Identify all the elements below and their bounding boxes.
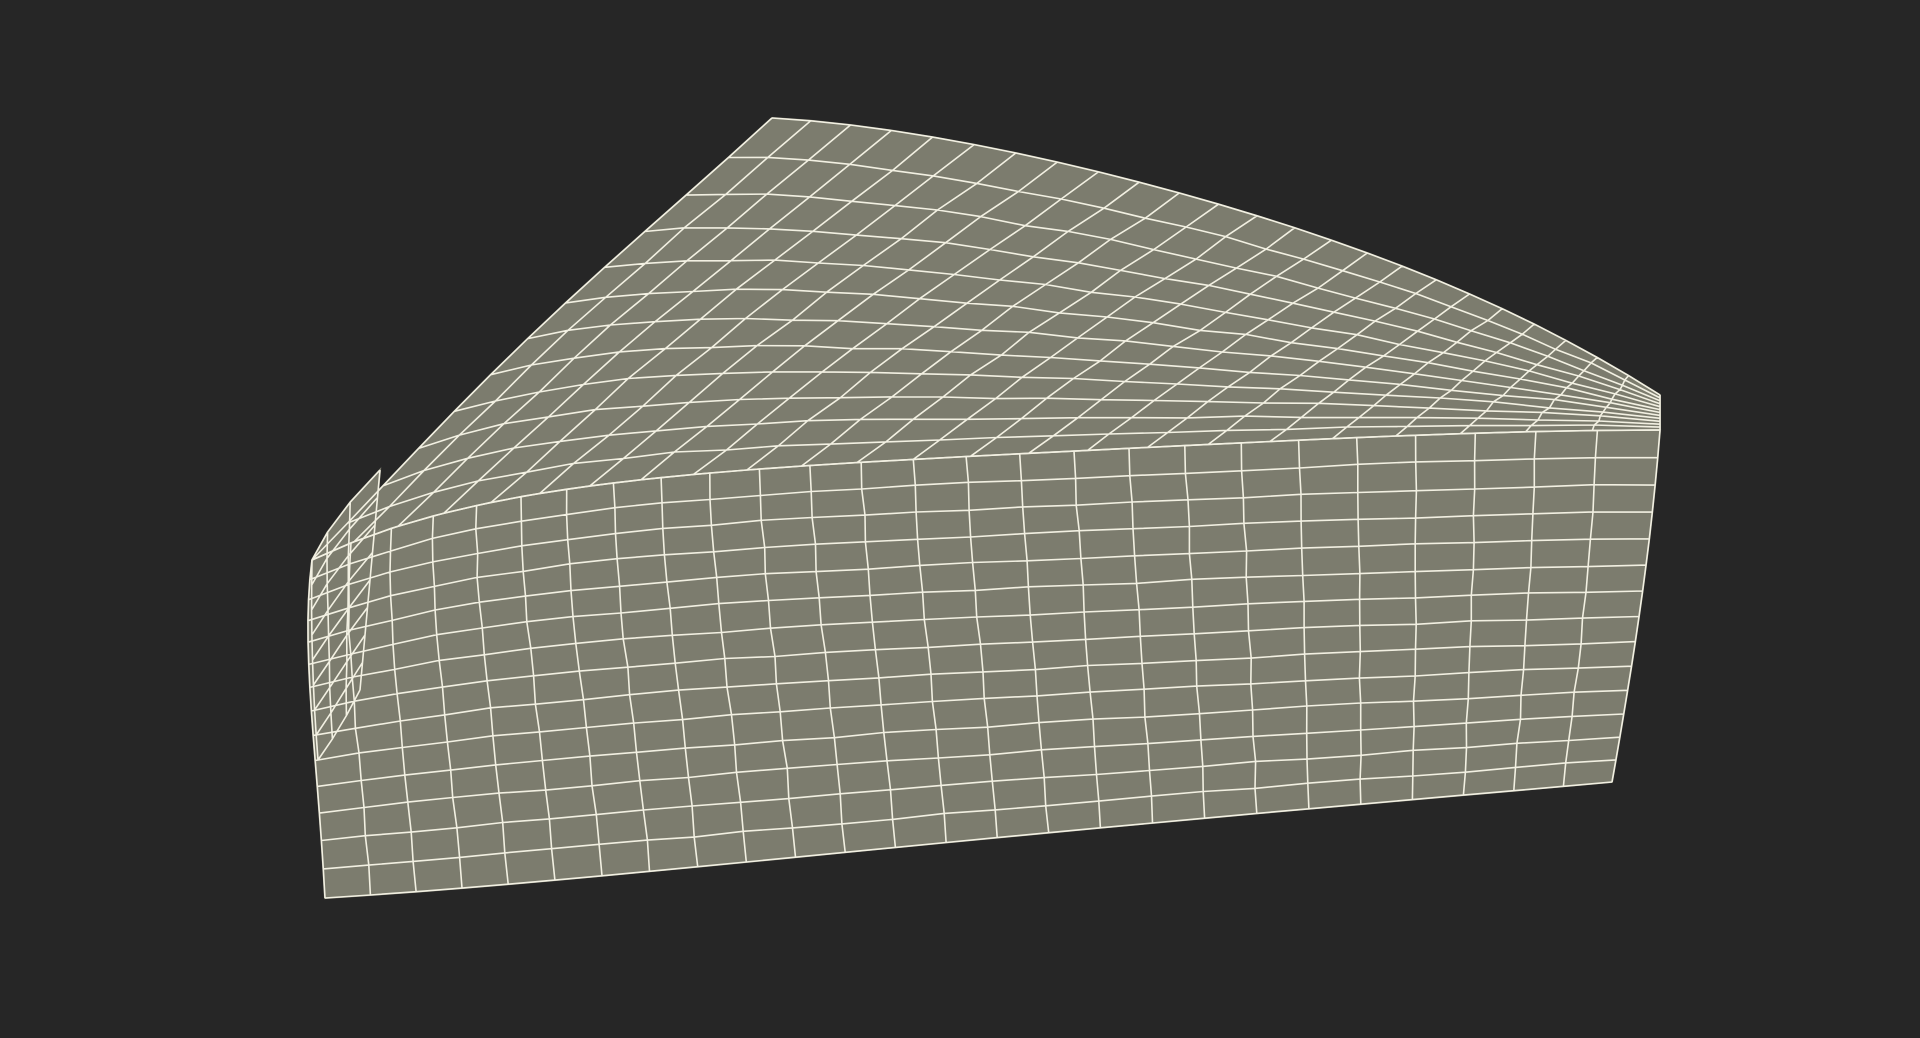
3d-viewport[interactable] [0, 0, 1920, 1038]
wireframe-mesh [306, 116, 1662, 900]
front-face-surface [306, 428, 1662, 900]
